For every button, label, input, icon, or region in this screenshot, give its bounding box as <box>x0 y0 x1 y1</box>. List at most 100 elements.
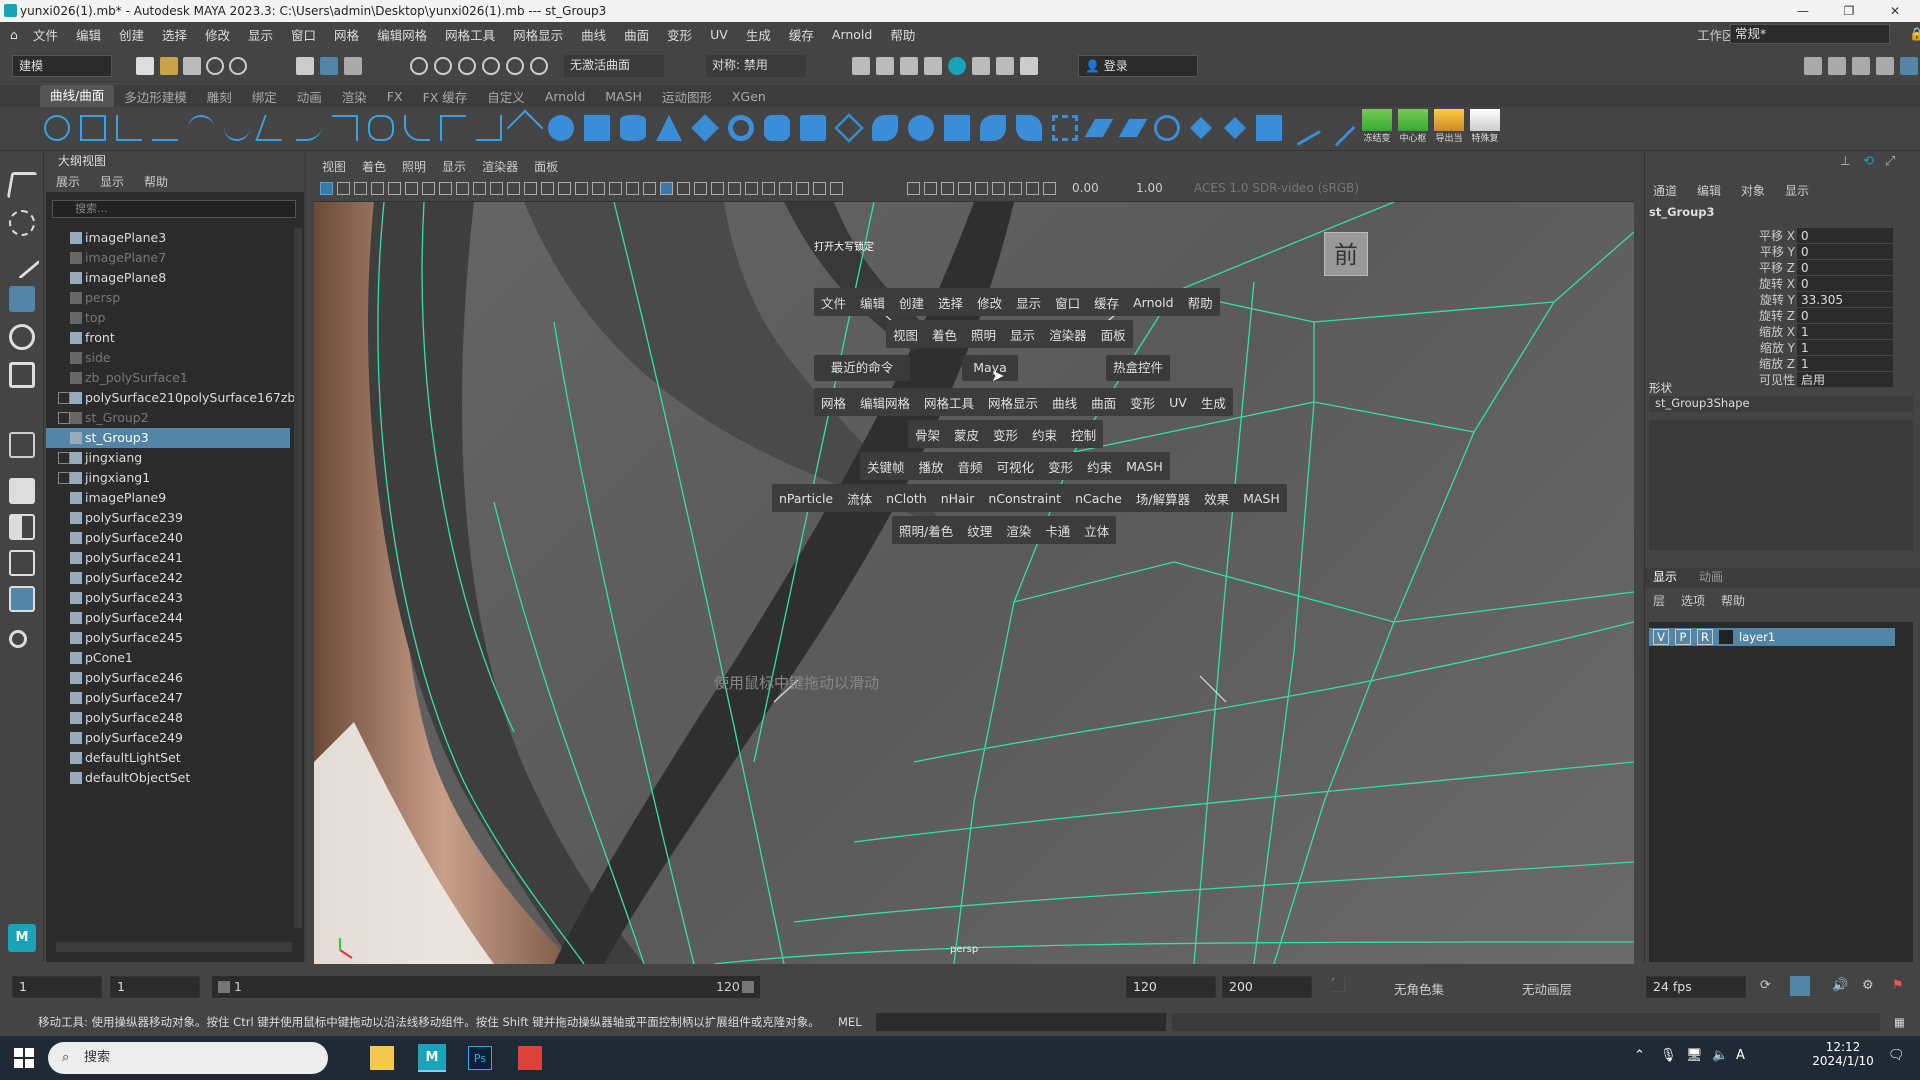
outliner-menu-show[interactable]: 展示 <box>46 173 90 190</box>
nurbs-torus-icon[interactable] <box>728 115 754 141</box>
nurbs-cylinder-icon[interactable] <box>620 115 646 141</box>
save-scene-icon[interactable] <box>183 57 201 75</box>
hotbox-item[interactable]: nHair <box>934 491 982 506</box>
cache-playback-icon[interactable] <box>1790 976 1810 996</box>
viewport-tool-icon[interactable] <box>975 182 988 195</box>
start-icon[interactable] <box>14 1048 34 1068</box>
hotbox-item[interactable]: 缓存 <box>1087 293 1126 312</box>
trim-tool-icon[interactable] <box>1052 115 1078 141</box>
tool-settings-icon[interactable] <box>1852 57 1870 75</box>
viewport-tool-icon[interactable] <box>626 182 639 195</box>
layer-color-swatch[interactable] <box>1719 630 1733 644</box>
viewport-tool-icon[interactable] <box>507 182 520 195</box>
attribute-row[interactable]: 可见性 启用 <box>1705 372 1905 388</box>
render-settings-icon[interactable] <box>924 57 942 75</box>
outliner-menu-display[interactable]: 显示 <box>90 173 134 190</box>
viewport-tool-icon[interactable] <box>643 182 656 195</box>
shelf-tab-rendering[interactable]: 渲染 <box>332 87 377 106</box>
hotbox-item[interactable]: 变形 <box>1123 393 1162 412</box>
hotbox-item[interactable]: 选择 <box>931 293 970 312</box>
search-icon[interactable] <box>9 630 27 648</box>
attribute-row[interactable]: 旋转 Y 33.305 <box>1705 292 1905 308</box>
taskbar-clock[interactable]: 12:12 2024/1/10 <box>1808 1040 1878 1068</box>
viewport-tool-icon[interactable] <box>575 182 588 195</box>
anim-prefs-icon[interactable]: ⚑ <box>1892 978 1904 993</box>
attribute-value[interactable]: 1 <box>1797 356 1893 371</box>
outliner-item[interactable]: persp <box>46 288 290 308</box>
hotbox-recent-commands[interactable]: 最近的命令 <box>814 355 910 381</box>
viewport-tool-icon[interactable] <box>592 182 605 195</box>
menu-display[interactable]: 显示 <box>239 25 282 44</box>
viewport-tool-icon[interactable] <box>354 182 367 195</box>
chbox-menu-object[interactable]: 对象 <box>1741 182 1765 199</box>
intersect-icon[interactable] <box>1154 115 1180 141</box>
stitch-icon[interactable] <box>1256 115 1282 141</box>
viewport-tool-icon[interactable] <box>796 182 809 195</box>
export-selection-button[interactable]: 导出当 <box>1434 109 1464 149</box>
nurbs-plane-icon[interactable] <box>691 114 719 142</box>
outliner-item[interactable]: imagePlane3 <box>46 228 290 248</box>
menu-select[interactable]: 选择 <box>153 25 196 44</box>
hotbox-item[interactable]: 约束 <box>1025 425 1064 444</box>
paint-select-icon[interactable] <box>3 242 41 280</box>
viewport-tool-icon[interactable] <box>456 182 469 195</box>
shelf-tab-arnold[interactable]: Arnold <box>535 89 595 104</box>
nurbs-square-icon[interactable] <box>80 115 106 141</box>
live-surface-field[interactable]: 无激活曲面 <box>564 55 664 77</box>
mel-label[interactable]: MEL <box>838 1010 862 1034</box>
workspace-dropdown[interactable]: 常规* <box>1730 24 1890 44</box>
last-tool-icon[interactable] <box>9 432 35 458</box>
move-tool-icon[interactable] <box>9 286 35 312</box>
vp-menu-renderer[interactable]: 渲染器 <box>474 158 526 175</box>
viewport-tool-icon[interactable] <box>992 182 1005 195</box>
insert-knot-icon[interactable] <box>476 115 502 141</box>
menu-modify[interactable]: 修改 <box>196 25 239 44</box>
attribute-value[interactable]: 0 <box>1797 244 1893 259</box>
outliner-item[interactable]: polySurface248 <box>46 708 290 728</box>
menu-generate[interactable]: 生成 <box>737 25 780 44</box>
outliner-item[interactable]: top <box>46 308 290 328</box>
snap-view-icon[interactable] <box>482 57 500 75</box>
layer-menu-options[interactable]: 选项 <box>1681 592 1705 609</box>
home-icon[interactable]: ⌂ <box>0 27 24 42</box>
outliner-item[interactable]: pCone1 <box>46 648 290 668</box>
menu-cache[interactable]: 缓存 <box>780 25 823 44</box>
undo-icon[interactable] <box>206 57 224 75</box>
single-perspective-icon[interactable] <box>9 478 35 504</box>
hotbox-item[interactable]: 场/解算器 <box>1129 489 1197 508</box>
cv-curve-icon[interactable] <box>116 115 142 141</box>
fps-dropdown[interactable]: 24 fps <box>1646 976 1746 998</box>
viewport-tool-icon[interactable] <box>745 182 758 195</box>
freeze-transforms-button[interactable]: 冻结变 <box>1362 109 1392 149</box>
select-object-icon[interactable] <box>320 57 338 75</box>
end-time-field[interactable]: 120 <box>1126 976 1216 998</box>
attribute-value[interactable]: 0 <box>1797 260 1893 275</box>
fillet-curve-icon[interactable] <box>368 115 394 141</box>
new-scene-icon[interactable] <box>136 57 154 75</box>
attribute-row[interactable]: 缩放 Y1 <box>1705 340 1905 356</box>
hotbox-item[interactable]: Arnold <box>1126 295 1180 310</box>
gamma-field[interactable]: 1.00 <box>1136 181 1163 195</box>
hotbox-item[interactable]: 照明 <box>964 325 1003 344</box>
notification-icon[interactable]: 🗨 <box>1888 1048 1905 1063</box>
preferences-icon[interactable]: ⚙ <box>1862 978 1874 993</box>
hotbox-item[interactable]: 变形 <box>986 425 1025 444</box>
scale-tool-icon[interactable] <box>9 362 35 388</box>
hotbox-item[interactable]: 纹理 <box>960 521 999 540</box>
viewport-tool-icon[interactable] <box>1026 182 1039 195</box>
shelf-tab-rigging[interactable]: 绑定 <box>242 87 287 106</box>
hotbox-controls[interactable]: 热盒控件 <box>1106 355 1170 381</box>
command-line-input[interactable] <box>876 1013 1166 1031</box>
tray-chevron-icon[interactable]: ⌃ <box>1634 1048 1645 1063</box>
hotbox-item[interactable]: 网格显示 <box>981 393 1045 412</box>
viewport-tool-icon[interactable] <box>320 182 333 195</box>
outliner-item[interactable]: polySurface239 <box>46 508 290 528</box>
nurbs-circle-icon[interactable] <box>44 115 70 141</box>
lock-icon[interactable]: 🔒 <box>1900 26 1920 42</box>
expand-icon[interactable] <box>58 452 70 464</box>
maya-taskbar-icon[interactable]: M <box>418 1044 446 1072</box>
layer-menu-help[interactable]: 帮助 <box>1721 592 1745 609</box>
shelf-tab-sculpting[interactable]: 雕刻 <box>197 87 242 106</box>
close-button[interactable]: ✕ <box>1872 0 1918 22</box>
network-icon[interactable]: 🖥 <box>1686 1048 1703 1063</box>
